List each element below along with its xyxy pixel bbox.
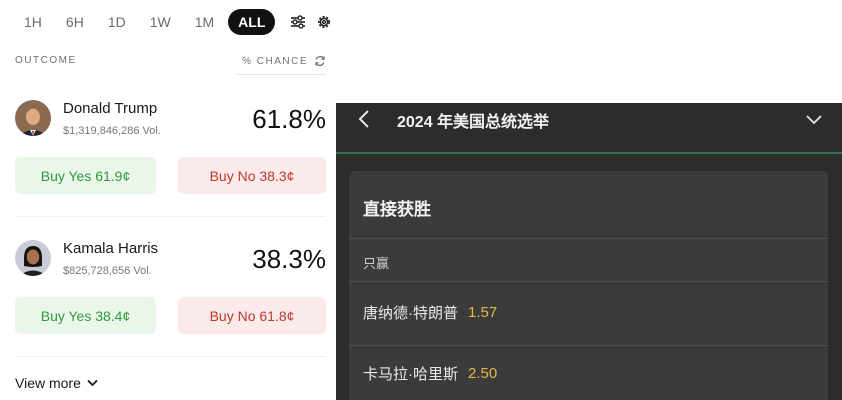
- chance-label: % CHANCE: [242, 55, 308, 67]
- view-more-label: View more: [15, 375, 81, 391]
- buy-no-button[interactable]: Buy No 61.8¢: [178, 297, 326, 334]
- row-divider: [15, 216, 326, 217]
- market-panel: 1H 6H 1D 1W 1M ALL OUTCOME % CHANCE Dona…: [0, 0, 336, 400]
- candidate-chance: 61.8%: [252, 104, 326, 134]
- tab-1w[interactable]: 1W: [140, 9, 181, 35]
- tab-6h[interactable]: 6H: [56, 9, 94, 35]
- market-title: 直接获胜: [363, 200, 431, 219]
- gear-icon[interactable]: [313, 11, 335, 33]
- buy-yes-button[interactable]: Buy Yes 61.9¢: [15, 157, 156, 194]
- sliders-icon[interactable]: [287, 11, 309, 33]
- event-title: 2024 年美国总统选举: [397, 114, 550, 131]
- card-divider: [349, 345, 828, 346]
- candidate-volume: $825,728,656 Vol.: [63, 265, 152, 277]
- candidate-row-harris: Kamala Harris $825,728,656 Vol. 38.3% Bu…: [15, 240, 326, 336]
- avatar-trump: [15, 100, 51, 136]
- chevron-down-icon[interactable]: [806, 112, 822, 130]
- candidate-name: Kamala Harris: [63, 240, 159, 257]
- market-subheader: 只赢: [363, 256, 390, 271]
- selection-name: 卡马拉·哈里斯: [363, 366, 458, 383]
- candidate-name: Donald Trump: [63, 100, 158, 117]
- chevron-down-icon: [87, 379, 98, 387]
- buy-yes-button[interactable]: Buy Yes 38.4¢: [15, 297, 156, 334]
- header-accent-line: [336, 152, 842, 154]
- odds-value: 2.50: [468, 365, 498, 382]
- card-divider: [349, 238, 828, 239]
- header-underline: [236, 74, 326, 75]
- candidate-volume: $1,319,846,286 Vol.: [63, 125, 161, 137]
- tab-1m[interactable]: 1M: [185, 9, 224, 35]
- refresh-icon[interactable]: [314, 55, 326, 67]
- odds-row[interactable]: 卡马拉·哈里斯 2.50: [363, 363, 497, 384]
- back-arrow-icon[interactable]: [358, 109, 370, 134]
- candidate-chance: 38.3%: [252, 244, 326, 274]
- odds-panel-header: 2024 年美国总统选举: [336, 103, 842, 153]
- tab-1d[interactable]: 1D: [98, 9, 136, 35]
- market-card: 直接获胜 只赢 唐纳德·特朗普 1.57 卡马拉·哈里斯 2.50: [349, 171, 828, 400]
- odds-panel: 2024 年美国总统选举 直接获胜 只赢 唐纳德·特朗普 1.57 卡马拉·哈里…: [336, 103, 842, 400]
- view-more-button[interactable]: View more: [15, 375, 98, 391]
- outcome-label: OUTCOME: [15, 55, 77, 66]
- outcome-header: OUTCOME % CHANCE: [15, 55, 326, 67]
- odds-row[interactable]: 唐纳德·特朗普 1.57: [363, 302, 497, 323]
- avatar-harris: [15, 240, 51, 276]
- selection-name: 唐纳德·特朗普: [363, 305, 458, 322]
- buy-no-button[interactable]: Buy No 38.3¢: [178, 157, 326, 194]
- tab-1h[interactable]: 1H: [14, 9, 52, 35]
- time-range-tabs: 1H 6H 1D 1W 1M ALL: [14, 9, 335, 35]
- tab-all[interactable]: ALL: [228, 9, 276, 35]
- card-divider: [349, 281, 828, 282]
- row-divider: [15, 356, 326, 357]
- candidate-row-trump: Donald Trump $1,319,846,286 Vol. 61.8% B…: [15, 100, 326, 196]
- odds-value: 1.57: [468, 304, 498, 321]
